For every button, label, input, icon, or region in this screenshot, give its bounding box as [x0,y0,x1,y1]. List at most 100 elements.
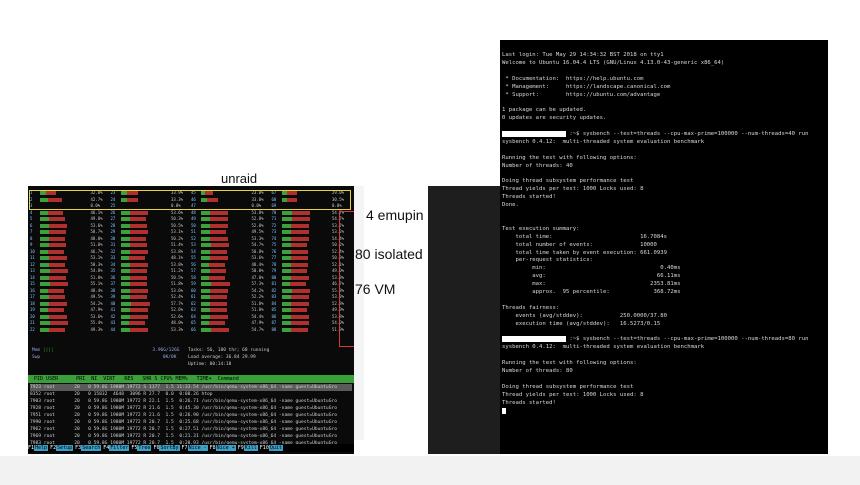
cpu-usage-bar-kernel [210,301,227,306]
terminal-line: Doing thread subsystem performance test [502,383,634,390]
terminal-line: sysbench 0.4.12: multi-threaded system e… [502,138,705,145]
cpu-usage-bar [40,301,49,306]
cpu-number: 12 [30,261,35,267]
cpu-percent: 53.6% [90,222,103,228]
cpu-meter: 41 52.6% [111,307,190,313]
fkey-label: Kill [243,445,258,451]
fkey-nice[interactable]: F8Nice + [209,444,236,452]
fkey-help[interactable]: F1Help [28,444,49,452]
process-row[interactable]: 7969 root 20 0 59.8G 1980M 19772 R 20.7 … [30,433,352,440]
fkey-number: F9 [237,445,244,451]
cpu-usage-bar [40,217,49,221]
process-table-header[interactable]: PID USER PRI NI VIRT RES SHR S CPU% MEM%… [28,375,354,383]
cpu-meter: 13 54.8% [30,268,109,274]
fkey-sortby[interactable]: F6SortBy [153,444,180,452]
cpu-meter: 39 52.4% [111,294,190,300]
vm-terminal-window[interactable]: Last login: Tue May 29 14:34:32 BST 2018… [500,40,828,454]
cpu-meter: 58 47.0% [191,275,270,281]
cpu-number: 80 [271,274,277,280]
cpu-usage-bar [40,327,49,332]
cpu-meter-row: 4 46.1% 26 53.6% 48 53.8% 70 54.7% [30,210,352,216]
cpu-usage-bar-kernel [210,295,227,299]
cpu-percent: 50.2% [171,235,184,241]
cpu-usage-bar-kernel [50,269,68,273]
cpu-number: 53 [191,242,196,247]
cpu-usage-bar [40,314,49,319]
cpu-usage-bar [281,321,291,325]
cpu-usage-bar-kernel [129,275,147,280]
cpu-number: 77 [271,255,277,260]
cpu-usage-bar [120,262,130,267]
cpu-usage-bar [40,236,49,241]
process-row[interactable]: 7951 root 20 0 59.8G 1980M 19772 R 21.6 … [30,412,352,419]
cpu-percent: 47.9% [90,307,103,312]
cpu-usage-bar [40,262,49,267]
function-key-bar: F1Help F2Setup F3Search F4Filter F5Tree F6Sor… [28,444,354,452]
cpu-usage-bar [40,282,50,286]
process-row[interactable]: 7923 root 20 0 59.8G 1980M 19772 S 1177 … [30,384,352,391]
process-row[interactable]: 7928 root 20 0 59.8G 1980M 19772 R 21.6 … [30,405,352,412]
cpu-percent: 48.1% [171,255,184,260]
fkey-setup[interactable]: F2Setup [50,444,74,452]
cpu-usage-bar [201,301,210,306]
cpu-number: 16 [30,287,35,293]
cpu-number: 32 [110,248,116,254]
cpu-meter-row: 9 51.0% 31 51.4% 53 54.7% 75 50.2% [30,242,352,248]
cpu-usage-bar [120,314,130,319]
cpu-meter-row: 12 50.3% 34 53.8% 56 48.4% 78 52.1% [30,262,352,268]
process-row[interactable]: 7962 root 20 0 59.8G 1980M 19772 R 20.7 … [30,426,352,433]
terminal-line: total time: 16.7084s [502,233,668,240]
fkey-label: Help [34,445,49,451]
process-row[interactable]: 8352 root 20 0 15832 4648 3096 R 27.7 0.… [30,391,352,398]
cpu-number: 27 [110,216,116,221]
cpu-number: 42 [110,313,116,319]
cpu-meter-row: 8 48.8% 30 50.2% 52 53.3% 74 54.4% [30,236,352,242]
htop-window[interactable]: 1 32.0% 23 33.9% 45 23.0% 67 29.0% 2 42.7% 24 33.3%… [28,186,354,454]
cpu-meter: 55 53.6% [191,255,270,261]
fkey-nice[interactable]: F7Nice - [181,444,208,452]
cpu-meter-row: 14 51.0% 36 50.5% 58 47.0% 80 53.8% [30,275,352,281]
fkey-number: F10 [259,445,269,451]
cpu-usage-bar [120,256,129,260]
cpu-percent: 50.5% [171,222,184,228]
fkey-tree[interactable]: F5Tree [131,444,152,452]
process-row[interactable]: 7903 root 20 0 59.8G 1980M 19772 R 22.1 … [30,398,352,405]
cpu-percent: 47.9% [251,320,264,325]
cpu-usage-bar-kernel [290,256,308,260]
cpu-number: 36 [110,274,116,280]
cpu-usage-bar-kernel [291,217,310,221]
cpu-number: 39 [110,294,116,299]
cpu-meter: 40 57.7% [111,301,190,307]
cpu-usage-bar [40,256,49,260]
cpu-percent: 51.2% [171,268,184,273]
terminal-line: Threads started! [502,399,556,406]
process-row[interactable]: 7990 root 20 0 59.8G 1980M 19772 R 20.7 … [30,419,352,426]
cpu-number: 82 [271,287,277,293]
cpu-usage-bar-kernel [290,243,307,247]
cpu-percent: 55.1% [90,281,103,286]
terminal-line: Number of threads: 40 [502,162,573,169]
cpu-usage-bar [40,275,49,280]
cpu-meter: 42 52.6% [111,314,190,320]
fkey-kill[interactable]: F9Kill [237,444,258,452]
fkey-search[interactable]: F3Search [75,444,102,452]
cpu-meter: 37 51.8% [111,281,190,287]
cpu-number: 55 [191,255,196,260]
cpu-percent: 47.0% [251,274,264,280]
cpu-meter: 36 50.5% [111,275,190,281]
cpu-usage-bar-kernel [48,288,64,293]
terminal-line: execution time (avg/stddev): 16.5273/0.1… [502,320,661,327]
cpu-usage-bar-kernel [49,314,67,319]
fkey-filter[interactable]: F4Filter [103,444,130,452]
cpu-meter: 6 53.6% [30,223,109,229]
cpu-meter: 30 50.2% [111,236,190,242]
swp-label: Swp [32,355,41,360]
cpu-number: 21 [30,320,35,325]
cpu-meter: 57 50.0% [191,268,270,274]
cpu-usage-bar-kernel [210,269,226,273]
mem-value: 3.96G/126G [152,348,180,353]
cpu-usage-bar-kernel [129,262,148,267]
fkey-quit[interactable]: F10Quit [259,444,283,452]
cpu-usage-bar-kernel [290,236,309,241]
cpu-usage-bar [201,282,211,286]
